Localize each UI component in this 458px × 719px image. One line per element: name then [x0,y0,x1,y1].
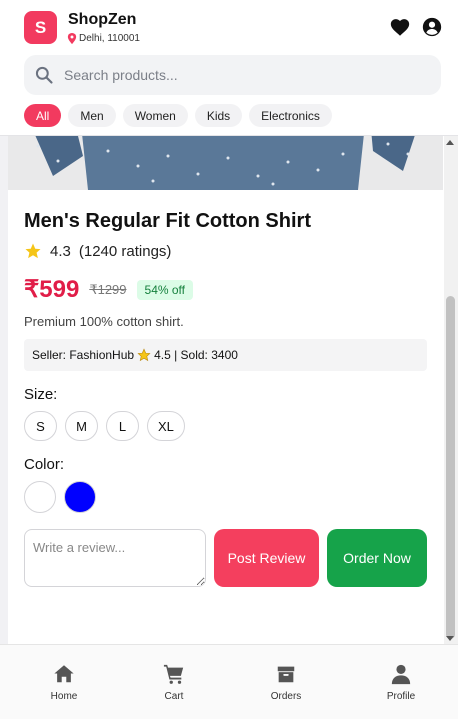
category-chip-electronics[interactable]: Electronics [249,104,332,127]
size-option-s[interactable]: S [24,411,57,441]
color-swatch-white[interactable] [24,481,56,513]
bottom-navigation: Home Cart Orders Profile [0,644,458,719]
category-chip-men[interactable]: Men [68,104,116,127]
category-chip-kids[interactable]: Kids [194,104,243,127]
review-input[interactable] [24,529,206,587]
nav-orders-label: Orders [270,691,302,702]
product-mrp: ₹1299 [89,281,127,297]
star-icon [25,243,41,259]
seller-info: Seller: FashionHub 4.5 | Sold: 3400 [24,339,427,371]
shirt-image [8,136,443,190]
nav-orders[interactable]: Orders [246,645,326,719]
product-title: Men's Regular Fit Cotton Shirt [24,210,311,232]
account-icon[interactable] [421,16,443,38]
cart-icon [163,664,184,684]
search-bar [24,55,441,95]
category-chip-all[interactable]: All [24,104,62,127]
size-option-m[interactable]: M [65,411,98,441]
nav-cart-label: Cart [164,691,184,702]
price-row: ₹599 ₹1299 54% off [24,275,193,304]
brand-logo[interactable]: S [24,11,57,44]
product-price: ₹599 [24,276,80,303]
brand-name: ShopZen [68,11,137,28]
location-pin-icon [67,33,77,44]
nav-home[interactable]: Home [24,645,104,719]
app-header: S ShopZen Delhi, 110001 All Men Women Ki… [0,0,458,136]
post-review-button[interactable]: Post Review [214,529,319,587]
location-text: Delhi, 110001 [79,33,140,44]
scrollbar-thumb[interactable] [446,296,455,639]
scroll-up-arrow[interactable] [446,140,454,145]
box-icon [277,666,295,683]
product-image [8,136,443,190]
star-icon [137,348,151,362]
scroll-down-arrow[interactable] [446,636,454,641]
color-options [24,481,96,513]
seller-name: Seller: FashionHub [32,348,135,362]
size-option-l[interactable]: L [106,411,139,441]
color-swatch-blue[interactable] [64,481,96,513]
nav-cart[interactable]: Cart [134,645,214,719]
search-icon [35,66,53,84]
product-rating: 4.3 (1240 ratings) [24,242,171,260]
size-label: Size: [24,386,58,403]
size-option-xl[interactable]: XL [147,411,185,441]
search-input[interactable] [64,61,424,89]
seller-stats: 4.5 | Sold: 3400 [154,348,238,362]
color-label: Color: [24,456,65,473]
rating-value: 4.3 [50,242,71,260]
order-now-button[interactable]: Order Now [327,529,427,587]
nav-profile[interactable]: Profile [361,645,441,719]
user-icon [391,664,411,685]
discount-badge: 54% off [136,279,193,300]
product-description: Premium 100% cotton shirt. [24,314,184,329]
delivery-location[interactable]: Delhi, 110001 [67,33,140,44]
category-chips: All Men Women Kids Electronics [24,104,332,127]
heart-icon[interactable] [389,16,411,38]
category-chip-women[interactable]: Women [122,104,188,127]
nav-home-label: Home [50,691,78,702]
rating-count: (1240 ratings) [78,242,172,260]
home-icon [54,665,74,683]
nav-profile-label: Profile [386,691,416,702]
size-options: S M L XL [24,411,185,441]
